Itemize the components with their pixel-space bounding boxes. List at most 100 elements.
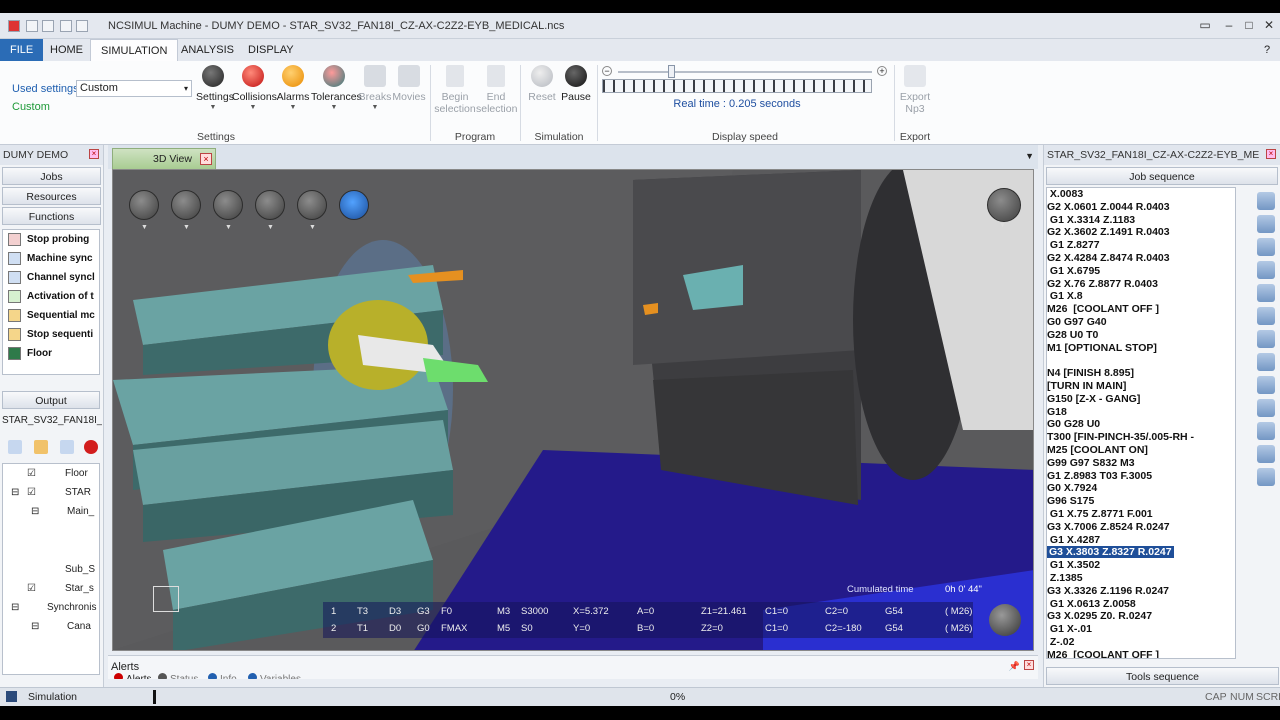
nc-line[interactable]: G18: [1047, 406, 1235, 419]
nc-line[interactable]: G1 X.8: [1047, 290, 1235, 303]
toolpath-icon[interactable]: [1257, 353, 1275, 371]
nc-line[interactable]: G1 X-.01: [1047, 623, 1235, 636]
nc-line[interactable]: [1047, 354, 1235, 367]
maximize-button[interactable]: □: [1240, 17, 1258, 33]
first-line-icon[interactable]: [1257, 192, 1275, 210]
nc-line[interactable]: M26 [COOLANT OFF ]: [1047, 649, 1235, 658]
tab-display[interactable]: DISPLAY: [238, 39, 304, 61]
edit-icon[interactable]: [1257, 399, 1275, 417]
tab-simulation[interactable]: SIMULATION: [90, 39, 179, 61]
nc-line[interactable]: G2 X.4284 Z.8474 R.0403: [1047, 252, 1235, 265]
speed-slider-track[interactable]: [618, 71, 872, 73]
open-icon[interactable]: [42, 20, 54, 32]
nc-line[interactable]: G2 X.3602 Z.1491 R.0403: [1047, 226, 1235, 239]
tree-node-star[interactable]: STAR: [65, 487, 91, 498]
function-item[interactable]: Stop sequenti: [3, 325, 99, 344]
pause-button[interactable]: Pause: [560, 65, 592, 103]
expand-icon[interactable]: ⊟: [11, 487, 19, 498]
nc-line[interactable]: G0 G97 G40: [1047, 316, 1235, 329]
settings-icon[interactable]: [1257, 468, 1275, 486]
function-item[interactable]: Channel syncl: [3, 268, 99, 287]
add-icon[interactable]: [1257, 376, 1275, 394]
pin-icon[interactable]: 📌: [1009, 661, 1020, 672]
alarms-button[interactable]: Alarms ▼: [276, 65, 310, 111]
nc-line[interactable]: G3 X.0295 Z0. R.0247: [1047, 610, 1235, 623]
next-block-icon[interactable]: [1257, 307, 1275, 325]
cube-view-tool[interactable]: ▼: [171, 190, 201, 231]
used-settings-select[interactable]: Custom ▾: [76, 80, 192, 97]
nc-line[interactable]: G150 [Z-X - GANG]: [1047, 393, 1235, 406]
breaks-button[interactable]: Breaks ▼: [358, 65, 392, 111]
export-np3-button[interactable]: Export Np3: [898, 65, 932, 115]
nc-line[interactable]: M25 [COOLANT ON]: [1047, 444, 1235, 457]
nc-line[interactable]: G1 X.6795: [1047, 265, 1235, 278]
speed-slider-thumb[interactable]: [668, 65, 675, 78]
function-item[interactable]: Machine sync: [3, 249, 99, 268]
save-icon[interactable]: [1257, 445, 1275, 463]
minimize-button[interactable]: –: [1220, 17, 1238, 33]
nc-code-list[interactable]: X.0083 G2 X.0601 Z.0044 R.0403 G1 X.3314 …: [1046, 187, 1236, 659]
chevron-down-icon[interactable]: ▼: [1025, 151, 1034, 161]
help-restore-icon[interactable]: ▭: [1196, 17, 1214, 33]
nc-line[interactable]: N4 [FINISH 8.895]: [1047, 367, 1235, 380]
tab-3d-view[interactable]: 3D View ×: [112, 148, 216, 169]
nc-line[interactable]: G96 S175: [1047, 495, 1235, 508]
rotate-tool[interactable]: [339, 190, 369, 220]
nc-line[interactable]: G3 X.7006 Z.8524 R.0247: [1047, 521, 1235, 534]
reset-button[interactable]: Reset: [526, 65, 558, 103]
begin-selection-button[interactable]: Begin selection: [434, 65, 476, 115]
nc-line[interactable]: G1 X.75 Z.8771 F.001: [1047, 508, 1235, 521]
settings-button[interactable]: Settings ▼: [196, 65, 234, 111]
step-back-icon[interactable]: [1257, 238, 1275, 256]
tool-icon[interactable]: [60, 440, 74, 454]
function-item[interactable]: Sequential mc: [3, 306, 99, 325]
nc-line[interactable]: G1 Z.8983 T03 F.3005: [1047, 470, 1235, 483]
expand-icon[interactable]: ⊟: [31, 621, 39, 632]
nc-line[interactable]: M26 [COOLANT OFF ]: [1047, 303, 1235, 316]
folder-icon[interactable]: [34, 440, 48, 454]
nc-line[interactable]: M1 [OPTIONAL STOP]: [1047, 342, 1235, 355]
job-sequence-button[interactable]: Job sequence: [1046, 167, 1278, 185]
expand-icon[interactable]: ⊟: [11, 602, 19, 613]
nc-line-selected[interactable]: G3 X.3803 Z.8327 R.0247: [1047, 546, 1235, 559]
nc-line[interactable]: X.0083: [1047, 188, 1235, 201]
tools-sequence-button[interactable]: Tools sequence: [1046, 667, 1279, 685]
zoom-in-icon[interactable]: +: [877, 66, 887, 76]
output-button[interactable]: Output: [2, 391, 100, 409]
nc-line[interactable]: Z.1385: [1047, 572, 1235, 585]
section-tool[interactable]: ▼: [297, 190, 327, 231]
close-icon[interactable]: ×: [1024, 660, 1034, 670]
view-orientation-tool[interactable]: ▼: [129, 190, 159, 231]
cylinder-tool[interactable]: ▼: [213, 190, 243, 231]
help-button[interactable]: ?: [1254, 39, 1280, 61]
nc-line[interactable]: G1 Z.8277: [1047, 239, 1235, 252]
nc-line[interactable]: G99 G97 S832 M3: [1047, 457, 1235, 470]
nc-line[interactable]: G1 X.4287: [1047, 534, 1235, 547]
nc-line[interactable]: G28 U0 T0: [1047, 329, 1235, 342]
record-icon[interactable]: [84, 440, 98, 454]
tree-checkbox[interactable]: ☑: [27, 468, 36, 479]
tolerances-button[interactable]: Tolerances ▼: [311, 65, 362, 111]
close-machine-view-icon[interactable]: [989, 604, 1021, 636]
tree-node-main[interactable]: Main_: [67, 506, 94, 517]
frame-step-ruler[interactable]: [602, 79, 872, 93]
nc-line[interactable]: G1 X.3314 Z.1183: [1047, 214, 1235, 227]
expand-icon[interactable]: ⊟: [31, 506, 39, 517]
camera-tool[interactable]: ▼: [987, 188, 1021, 229]
tab-analysis[interactable]: ANALYSIS: [171, 39, 244, 61]
nc-line[interactable]: [TURN IN MAIN]: [1047, 380, 1235, 393]
tree-node-star-s[interactable]: Star_s: [65, 583, 94, 594]
close-icon[interactable]: ×: [89, 149, 99, 159]
functions-button[interactable]: Functions: [2, 207, 101, 225]
last-line-icon[interactable]: [1257, 330, 1275, 348]
previous-block-icon[interactable]: [1257, 215, 1275, 233]
function-item[interactable]: Stop probing: [3, 230, 99, 249]
viewport-3d[interactable]: ▼ ▼ ▼ ▼ ▼ ▼ Cumulated time 0h 0' 44" 1 T…: [112, 169, 1034, 651]
tree-node-floor[interactable]: Floor: [65, 468, 88, 479]
nc-line[interactable]: T300 [FIN-PINCH-35/.005-RH -: [1047, 431, 1235, 444]
jobs-button[interactable]: Jobs: [2, 167, 101, 185]
play-icon[interactable]: [1257, 284, 1275, 302]
collisions-button[interactable]: Collisions ▼: [232, 65, 277, 111]
tree-checkbox[interactable]: ☑: [27, 487, 36, 498]
resources-button[interactable]: Resources: [2, 187, 101, 205]
